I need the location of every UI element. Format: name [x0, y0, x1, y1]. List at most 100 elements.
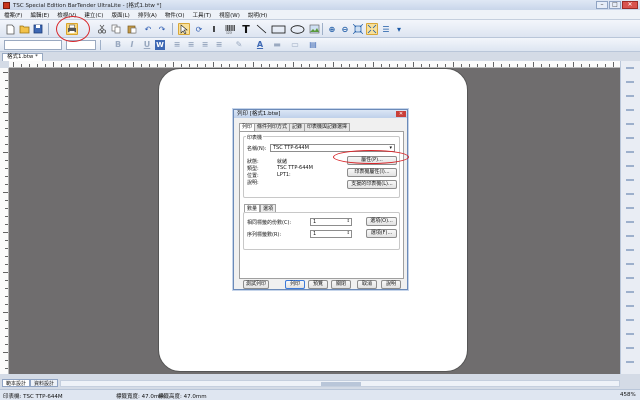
menu-file[interactable]: 檔案(F) — [4, 11, 22, 19]
ellipse-icon[interactable] — [289, 23, 305, 35]
close-button[interactable]: ✕ — [622, 1, 638, 9]
ruler-tick — [29, 64, 30, 67]
paste-icon[interactable] — [126, 23, 138, 35]
zoom-in-icon[interactable]: ⊕ — [326, 23, 338, 35]
supported-printers-button[interactable]: 支援的印表機(L)... — [347, 180, 397, 189]
properties-button-highlight — [333, 150, 409, 164]
minimize-button[interactable]: – — [596, 1, 608, 9]
font-name-combo[interactable] — [4, 40, 62, 50]
database-icon[interactable]: ☰ — [380, 23, 392, 35]
italic-icon[interactable]: I — [127, 40, 137, 50]
ruler-tick — [69, 64, 70, 67]
zoom-out-icon[interactable]: ⊖ — [339, 23, 351, 35]
menu-object[interactable]: 物件(O) — [165, 11, 185, 19]
ruler-tick — [333, 62, 334, 67]
bold-icon[interactable]: B — [113, 40, 123, 50]
toolbar-separator — [322, 23, 323, 35]
tab-printer-log-select[interactable]: 印表機與記錄選擇 — [304, 123, 351, 131]
preview-button[interactable]: 預覽 — [308, 280, 328, 289]
spin-arrows-icon[interactable]: ⇕ — [347, 230, 350, 236]
menu-create[interactable]: 建立(C) — [84, 11, 103, 19]
copies-stepper[interactable]: 1 ⇕ — [310, 218, 352, 226]
print-button[interactable]: 列印 — [285, 280, 305, 289]
ruler-tick — [501, 64, 502, 67]
align-center-icon[interactable]: ≡ — [186, 40, 196, 50]
dialog-close-button[interactable]: ✕ — [396, 111, 406, 117]
menu-arrange[interactable]: 排列(A) — [138, 11, 157, 19]
undo-icon[interactable]: ↶ — [142, 23, 154, 35]
printer-config-button[interactable]: 印表機屬性(I)... — [347, 168, 397, 177]
panel-marker — [626, 81, 634, 83]
tab-quantity[interactable]: 數量 — [244, 204, 261, 212]
ruler-tick — [253, 62, 254, 67]
document-tab[interactable]: 格式1.btw * — [2, 53, 43, 61]
ruler-tick — [13, 62, 14, 67]
menu-edit[interactable]: 編輯(E) — [30, 11, 49, 19]
underline-icon[interactable]: U — [142, 40, 152, 50]
close-dialog-button[interactable]: 關閉 — [331, 280, 351, 289]
cut-icon[interactable] — [96, 23, 108, 35]
justify-icon[interactable]: ≡ — [214, 40, 224, 50]
image-icon[interactable] — [308, 23, 320, 35]
panel-marker — [626, 221, 634, 223]
tab-data-design[interactable]: 資料設計 — [30, 379, 59, 387]
ruler-tick — [5, 128, 8, 129]
fill-color-icon[interactable]: ▤ — [308, 40, 318, 50]
pen-icon[interactable]: ✎ — [234, 40, 244, 50]
ruler-tick — [125, 64, 126, 67]
tab-template-design[interactable]: 範本設計 — [2, 379, 31, 387]
test-print-button[interactable]: 測試列印 — [243, 280, 269, 289]
menu-window[interactable]: 視窗(W) — [219, 11, 240, 19]
barcode-icon[interactable]: 123 — [224, 23, 236, 35]
ruler-tick — [197, 64, 198, 67]
horizontal-scrollbar[interactable] — [60, 380, 620, 387]
cancel-button[interactable]: 取消 — [357, 280, 377, 289]
wordart-icon[interactable]: W — [155, 40, 165, 50]
line-color-icon[interactable]: ▭ — [290, 40, 300, 50]
text-cursor-icon[interactable]: I — [208, 23, 220, 35]
pointer-icon[interactable] — [178, 23, 190, 35]
tab-log[interactable]: 記錄 — [289, 123, 306, 131]
tab-options[interactable]: 選項 — [260, 204, 277, 212]
ruler-tick — [493, 62, 494, 67]
serial-stepper[interactable]: 1 ⇕ — [310, 230, 352, 238]
ruler-tick — [109, 64, 110, 67]
zoom-100-icon[interactable] — [366, 23, 378, 35]
menu-help[interactable]: 說明(H) — [248, 11, 267, 19]
ruler-tick — [5, 144, 8, 145]
align-right-icon[interactable]: ≡ — [200, 40, 210, 50]
fit-icon[interactable] — [352, 23, 364, 35]
tab-print[interactable]: 列印 — [239, 123, 256, 131]
copies-options-button[interactable]: 選項(O)... — [366, 217, 397, 226]
panel-marker — [626, 249, 634, 251]
font-color-icon[interactable]: A — [255, 40, 265, 50]
maximize-button[interactable]: □ — [609, 1, 621, 9]
ruler-tick — [5, 80, 8, 81]
format-toolbar — [0, 38, 640, 52]
spin-arrows-icon[interactable]: ⇕ — [347, 218, 350, 224]
tab-conditional-print[interactable]: 條件列印方式 — [254, 123, 291, 131]
help-button[interactable]: 說明 — [381, 280, 401, 289]
align-left-icon[interactable]: ≡ — [172, 40, 182, 50]
rotate-icon[interactable]: ⟳ — [193, 23, 205, 35]
ruler-tick — [549, 64, 550, 67]
ruler-tick — [5, 88, 8, 89]
new-icon[interactable] — [4, 23, 16, 35]
serial-options-button[interactable]: 選項(F)... — [366, 229, 397, 238]
panel-marker — [626, 165, 634, 167]
menu-tools[interactable]: 工具(T) — [193, 11, 212, 19]
redo-icon[interactable]: ↷ — [156, 23, 168, 35]
line-icon[interactable] — [255, 23, 267, 35]
scrollbar-thumb[interactable] — [321, 382, 361, 386]
ruler-tick — [373, 62, 374, 67]
ruler-tick — [5, 328, 8, 329]
ruler-tick — [37, 64, 38, 67]
menu-layout[interactable]: 版面(L) — [111, 11, 129, 19]
rectangle-icon[interactable] — [270, 23, 286, 35]
open-icon[interactable] — [18, 23, 30, 35]
highlight-icon[interactable]: ▬ — [272, 40, 282, 50]
copy-icon[interactable] — [110, 23, 122, 35]
text-icon[interactable]: T — [240, 23, 252, 36]
save-icon[interactable] — [32, 23, 44, 35]
toolbar-more-icon[interactable]: ▾ — [393, 23, 405, 35]
